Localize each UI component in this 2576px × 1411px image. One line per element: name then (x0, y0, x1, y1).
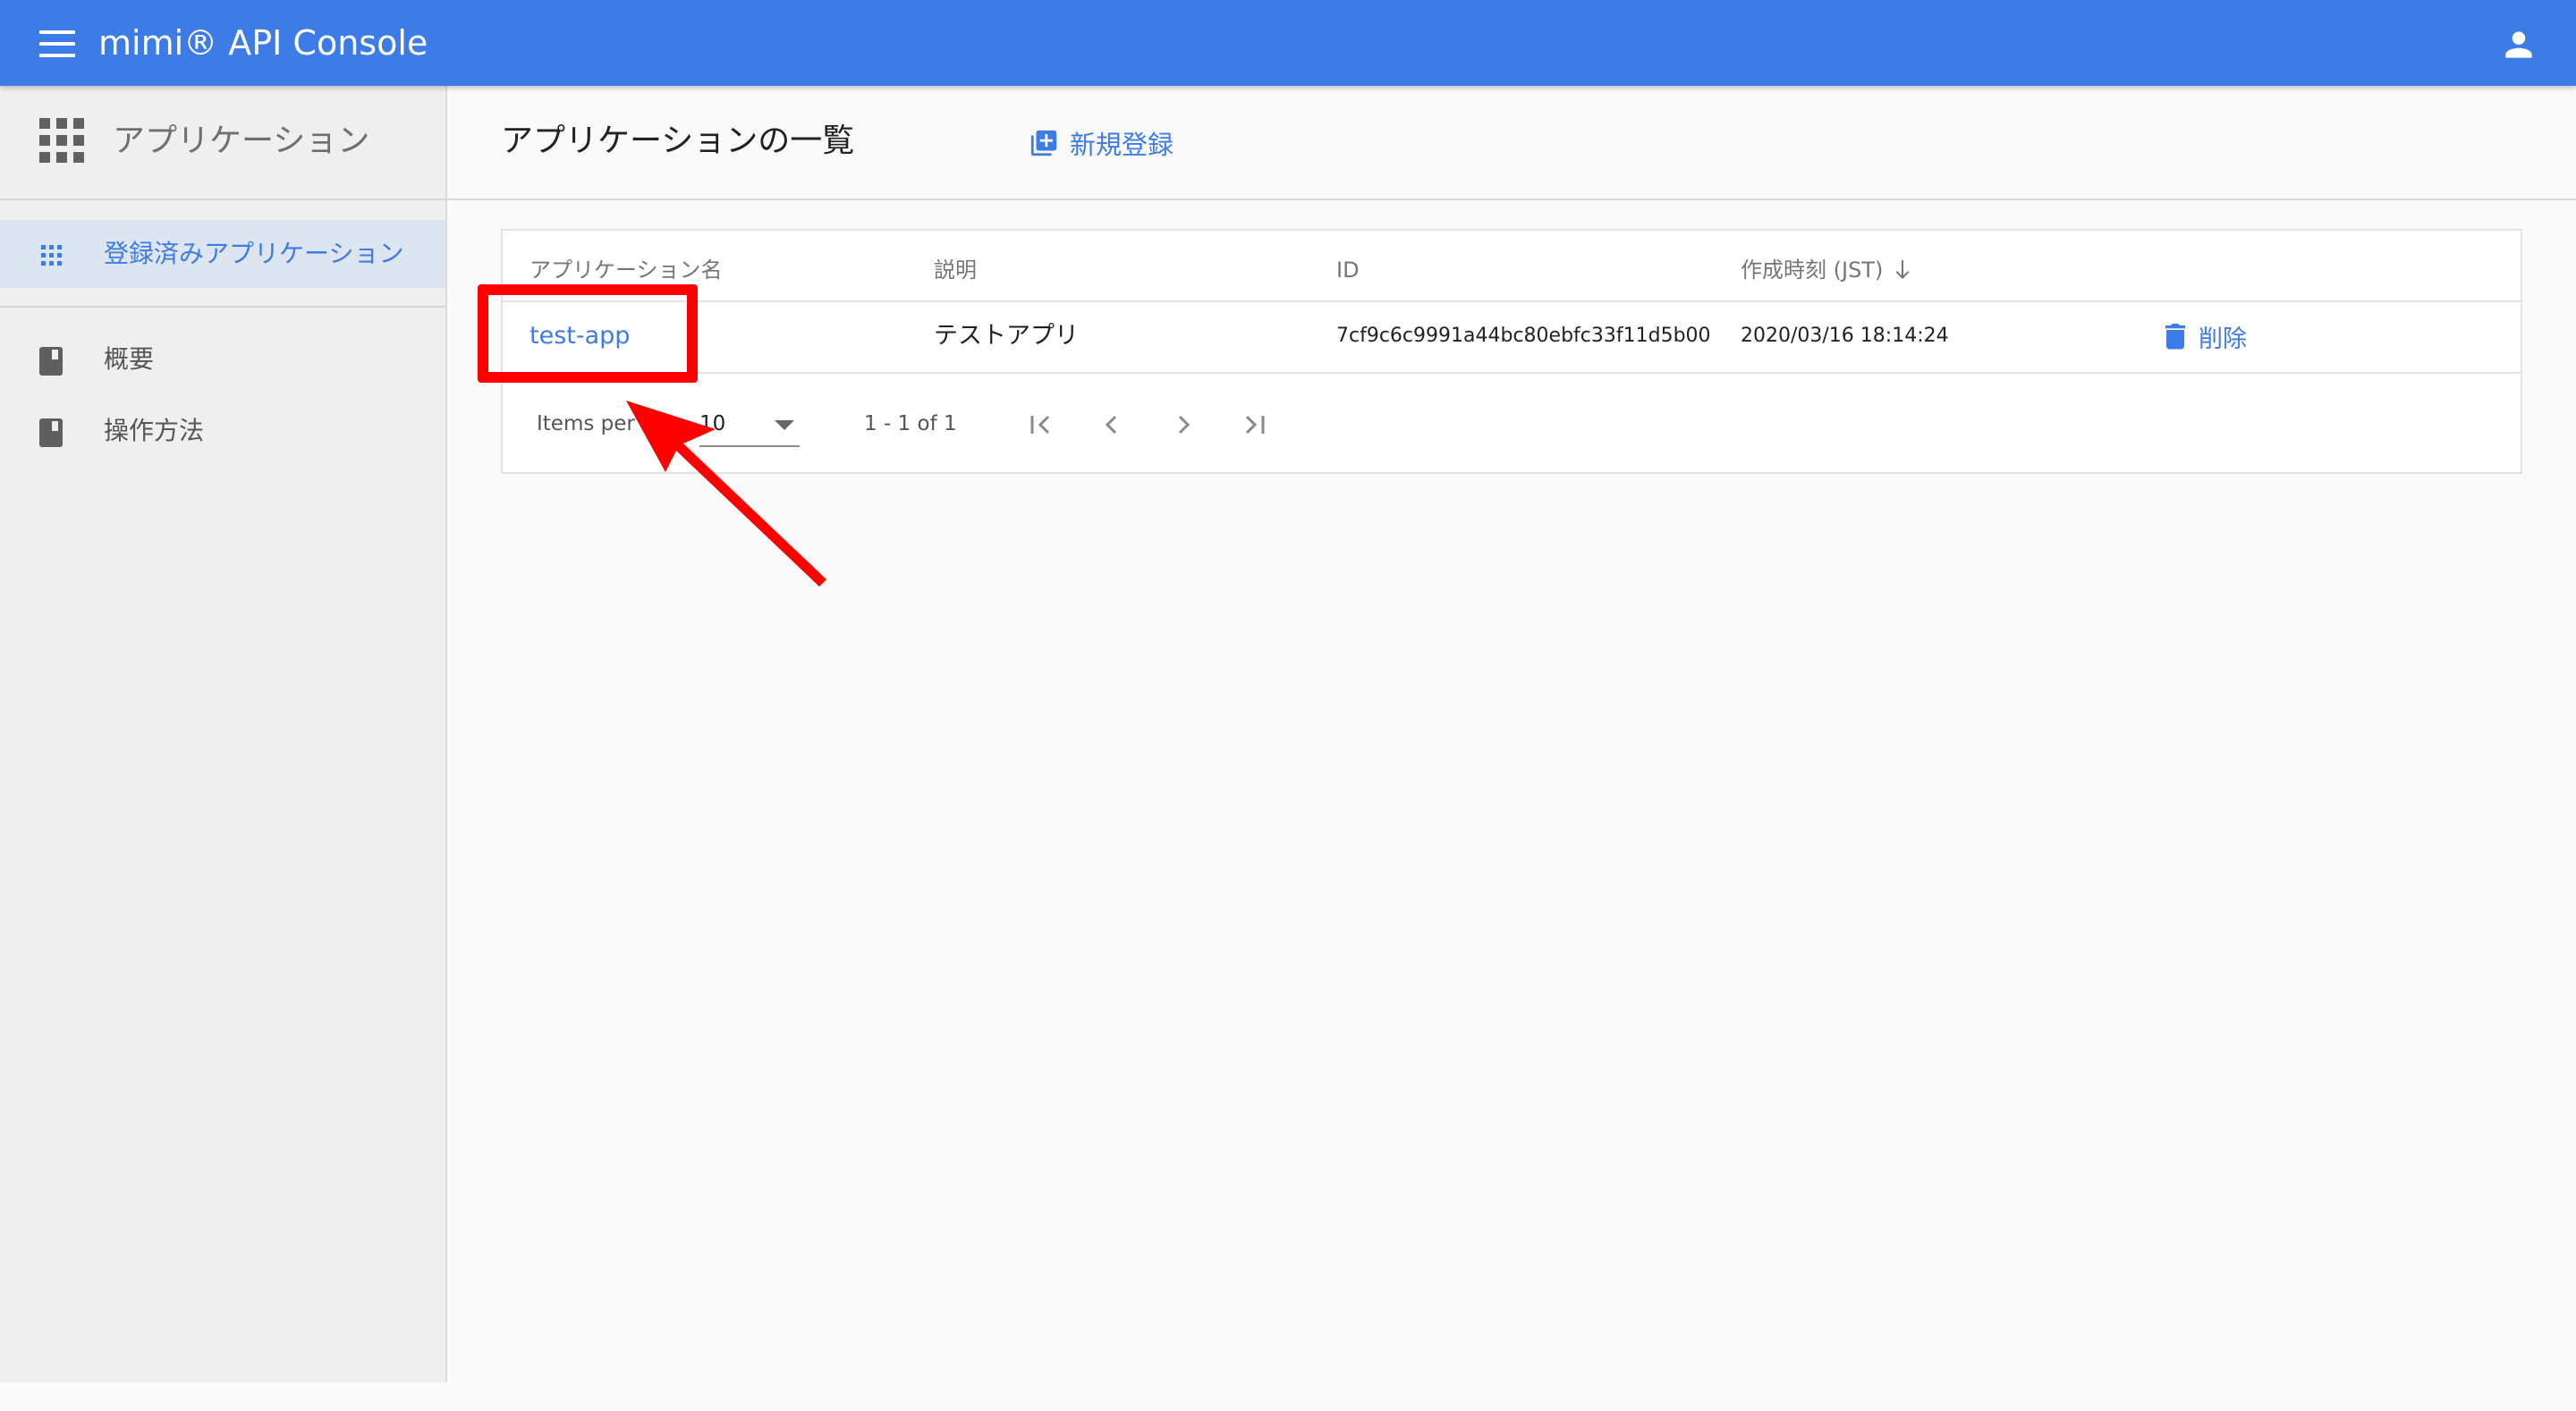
table-divider (503, 372, 2521, 374)
sidebar: アプリケーション 登録済みアプリケーション 概要 操作方法 (0, 86, 447, 1382)
app-description: テストアプリ (934, 322, 1079, 350)
sidebar-item-label: 概要 (104, 344, 155, 374)
column-header-description[interactable]: 説明 (934, 250, 977, 290)
column-header-created[interactable]: 作成時刻 (JST) (1741, 250, 1913, 290)
sidebar-divider (0, 306, 445, 308)
previous-page-icon[interactable] (1091, 404, 1132, 445)
top-app-bar: mimi® API Console (0, 0, 2576, 86)
app-title: mimi® API Console (98, 23, 428, 63)
hamburger-menu-icon[interactable] (39, 30, 75, 57)
column-header-created-label: 作成時刻 (JST) (1741, 258, 1884, 283)
trash-icon (2165, 324, 2185, 350)
delete-button[interactable]: 削除 (2165, 317, 2247, 356)
column-header-id[interactable]: ID (1336, 250, 1360, 290)
first-page-icon[interactable] (1020, 404, 1061, 445)
book-icon (39, 418, 64, 447)
app-name-link[interactable]: test-app (530, 317, 630, 356)
sidebar-item-label: 登録済みアプリケーション (104, 239, 404, 268)
last-page-icon[interactable] (1234, 404, 1275, 445)
applications-table: アプリケーション名 説明 ID 作成時刻 (JST) test-app テストア… (501, 229, 2522, 474)
page-title: アプリケーションの一覧 (501, 123, 855, 159)
sidebar-item-overview[interactable]: 概要 (0, 327, 445, 390)
app-id: 7cf9c6c9991a44bc80ebfc33f11d5b00 (1336, 325, 1711, 347)
header-divider (447, 199, 2576, 200)
sidebar-item-how-to[interactable]: 操作方法 (0, 399, 445, 461)
sidebar-divider (0, 199, 445, 200)
items-per-page-label: Items per (537, 412, 635, 435)
arrow-down-icon (1895, 260, 1910, 279)
apps-dots-icon (41, 245, 63, 266)
new-registration-label: 新規登録 (1070, 130, 1174, 160)
table-divider (503, 300, 2521, 302)
sidebar-item-label: 操作方法 (104, 416, 205, 445)
account-person-icon[interactable] (2497, 25, 2540, 64)
delete-label: 削除 (2199, 325, 2247, 353)
chevron-down-icon (775, 420, 794, 430)
book-icon (39, 347, 64, 376)
column-header-app-name[interactable]: アプリケーション名 (530, 250, 723, 290)
new-registration-button[interactable]: 新規登録 (1029, 123, 1174, 163)
next-page-icon[interactable] (1163, 404, 1204, 445)
page-range-label: 1 - 1 of 1 (864, 412, 957, 435)
sidebar-item-registered-apps[interactable]: 登録済みアプリケーション (0, 220, 445, 288)
sidebar-heading: アプリケーション (113, 123, 370, 159)
items-per-page-select[interactable]: 10 (699, 402, 800, 447)
items-per-page-value: 10 (699, 412, 726, 435)
app-created-time: 2020/03/16 18:14:24 (1741, 325, 1949, 347)
apps-grid-icon (39, 118, 84, 163)
add-box-icon (1030, 130, 1057, 156)
